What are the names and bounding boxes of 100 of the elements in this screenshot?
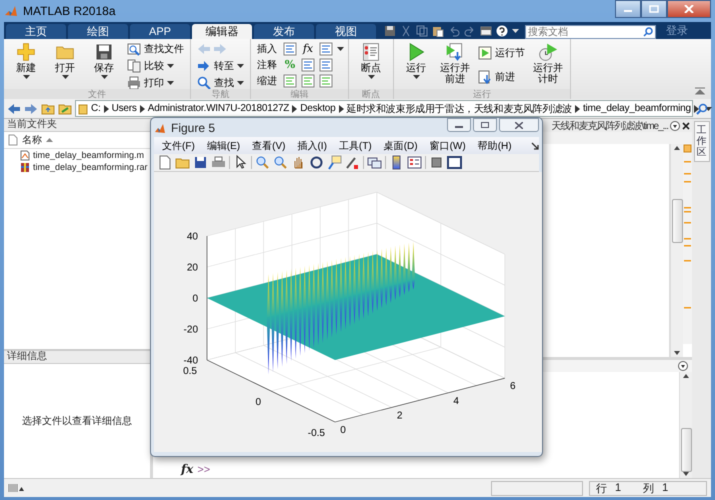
windows-icon[interactable] <box>480 24 492 36</box>
ribbon-button[interactable]: 查找 <box>195 75 246 89</box>
zoom-out-icon[interactable] <box>273 155 288 170</box>
grip-icon[interactable] <box>8 483 24 493</box>
ribbon-button[interactable]: 运行节 <box>476 44 527 61</box>
goto-arrow-icon[interactable] <box>197 59 211 73</box>
menu-item[interactable]: 查看(V) <box>246 138 292 152</box>
caret-icon[interactable] <box>62 75 68 79</box>
ribbon-button[interactable]: 断点 <box>353 41 389 89</box>
ribbon-button[interactable]: 运行并前进 <box>437 41 473 89</box>
ribbon-tab[interactable]: 绘图 <box>68 24 128 39</box>
minimize-button[interactable] <box>447 118 471 132</box>
maximize-button[interactable] <box>641 0 667 18</box>
caret-icon[interactable] <box>22 75 30 79</box>
help-icon[interactable] <box>496 24 508 36</box>
caret-icon[interactable] <box>704 106 712 110</box>
stopwatch-run-icon[interactable] <box>538 42 558 62</box>
chevron-icon[interactable] <box>292 104 298 112</box>
caret-icon[interactable] <box>512 28 519 32</box>
close-icon[interactable] <box>682 122 690 130</box>
function-browser-button[interactable]: fx <box>181 462 194 476</box>
frame-icon[interactable] <box>447 155 462 170</box>
close-button[interactable] <box>499 118 539 132</box>
file-name[interactable]: time_delay_beamforming.rar <box>33 162 148 172</box>
path-segment[interactable]: Administrator.WIN7U-20180127Z <box>148 103 290 114</box>
ribbon-button[interactable]: 注释 <box>255 58 279 72</box>
data-cursor-icon[interactable] <box>327 155 342 170</box>
compare-icon[interactable] <box>127 59 141 73</box>
figure-window[interactable]: Figure 5 文件(F) 编辑(E) 查看(V) 插入(I) 工具(T) 桌面(D) 窗口(W) 帮助(H) 40 20 0 -20 -40 0.5 0 -0.5 0 2 4 6 <box>150 117 543 457</box>
ribbon-tab[interactable]: 编辑器 <box>192 24 252 39</box>
ribbon-button[interactable]: 查找文件 <box>125 41 186 57</box>
forward-arrow-icon[interactable] <box>24 102 38 114</box>
ribbon-tab[interactable]: 视图 <box>316 24 376 39</box>
back-arrow-icon[interactable] <box>7 102 21 114</box>
options-icon[interactable] <box>670 120 680 130</box>
scrollbar-thumb[interactable] <box>680 428 692 472</box>
scrollbar[interactable] <box>679 372 692 478</box>
undo-icon[interactable] <box>448 24 460 36</box>
dock-arrow-icon[interactable] <box>531 142 539 150</box>
login-link[interactable]: 登录 <box>666 23 688 38</box>
chevron-icon[interactable] <box>140 104 145 112</box>
ribbon-button[interactable]: 运行并计时 <box>530 41 566 89</box>
ribbon-button[interactable]: 转至 <box>195 58 246 74</box>
zoom-in-icon[interactable] <box>255 155 270 170</box>
menu-item[interactable]: 工具(T) <box>332 138 378 152</box>
breakpoint-icon[interactable] <box>361 42 381 62</box>
caret-icon[interactable] <box>167 64 174 68</box>
save-icon[interactable] <box>384 24 396 36</box>
ribbon-button[interactable]: 缩进 <box>255 74 279 88</box>
search-icon[interactable] <box>197 76 211 89</box>
path-segment[interactable]: Desktop <box>300 103 336 114</box>
ribbon-button[interactable]: 比较 <box>125 58 186 74</box>
caret-icon[interactable] <box>100 75 108 79</box>
menu-item[interactable]: 编辑(E) <box>200 138 246 152</box>
chevron-icon[interactable] <box>694 104 699 112</box>
scroll-down-icon[interactable] <box>674 351 680 355</box>
menu-item[interactable]: 窗口(W) <box>424 138 472 152</box>
path-segment[interactable]: 延时求和波束形成用于雷达，天线和麦克风阵列滤波 <box>346 102 572 116</box>
cut-icon[interactable] <box>400 24 412 36</box>
link-icon[interactable] <box>367 155 382 170</box>
caret-icon[interactable] <box>368 75 374 79</box>
close-button[interactable] <box>667 0 711 18</box>
save-icon[interactable] <box>94 42 114 62</box>
caret-icon[interactable] <box>237 81 244 85</box>
ribbon-button[interactable]: 打开 <box>47 41 83 89</box>
maximize-button[interactable] <box>473 118 497 132</box>
printer-icon[interactable] <box>211 155 226 170</box>
copy-icon[interactable] <box>416 24 428 36</box>
caret-icon[interactable] <box>412 75 420 79</box>
ribbon-button[interactable]: 运行 <box>398 41 434 89</box>
path-segment[interactable]: time_delay_beamforming <box>582 103 691 114</box>
scrollbar-thumb[interactable] <box>672 198 682 242</box>
ribbon-button[interactable]: 新建 <box>8 41 44 89</box>
ribbon-button[interactable]: 插入 <box>255 42 279 56</box>
run-advance-icon[interactable] <box>445 42 465 62</box>
column-header[interactable]: 名称 <box>22 133 42 147</box>
plus-icon[interactable] <box>16 42 36 62</box>
caret-icon[interactable] <box>337 46 344 51</box>
chevron-icon[interactable] <box>574 104 580 112</box>
paste-icon[interactable] <box>432 24 444 36</box>
folder-up-icon[interactable] <box>41 102 55 114</box>
run-section-icon[interactable] <box>478 46 492 60</box>
menu-item[interactable]: 文件(F) <box>156 138 201 152</box>
search-icon[interactable] <box>696 102 708 114</box>
scroll-up-icon[interactable] <box>674 146 680 150</box>
redo-icon[interactable] <box>464 24 476 36</box>
brush-icon[interactable] <box>345 155 360 170</box>
path-segment[interactable]: Users <box>112 103 137 114</box>
caret-icon[interactable] <box>237 64 244 68</box>
chevron-icon[interactable] <box>104 104 109 112</box>
collapse-icon[interactable] <box>695 87 705 95</box>
square-icon[interactable] <box>429 155 444 170</box>
file-name[interactable]: time_delay_beamforming.m <box>33 150 144 160</box>
save-icon[interactable] <box>193 155 208 170</box>
ribbon-button[interactable]: 保存 <box>86 41 122 89</box>
sort-icon[interactable] <box>46 138 53 142</box>
chevron-icon[interactable] <box>338 104 344 112</box>
ribbon-button[interactable]: 前进 <box>476 69 527 86</box>
menu-item[interactable]: 桌面(D) <box>378 138 424 152</box>
scroll-up-icon[interactable] <box>683 374 689 378</box>
